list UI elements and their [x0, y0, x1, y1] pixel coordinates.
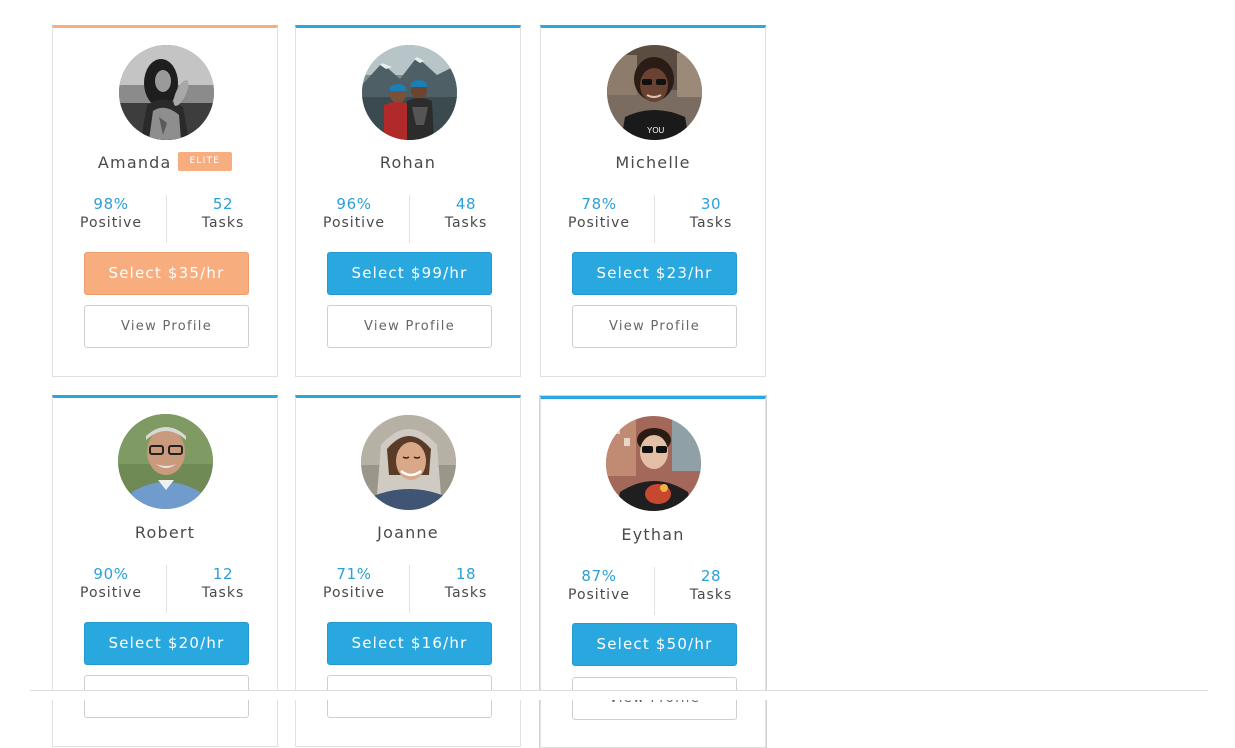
avatar[interactable] — [362, 45, 457, 140]
avatar[interactable] — [361, 415, 456, 510]
positive-label: Positive — [568, 215, 630, 231]
tasks-label: Tasks — [444, 585, 488, 601]
stats: 90% Positive 12 Tasks — [53, 565, 277, 613]
tasks-label: Tasks — [689, 587, 733, 603]
positive-rating: 87% — [581, 567, 617, 585]
worker-name: Robert — [134, 523, 196, 542]
elite-badge: ELITE — [177, 152, 233, 171]
worker-card-amanda: Amanda ELITE 98% Positive 52 Tasks Select… — [52, 25, 278, 377]
stats: 98% Positive 52 Tasks — [53, 195, 277, 243]
view-profile-button[interactable]: View Profile — [327, 305, 492, 348]
svg-text:YOU: YOU — [647, 126, 665, 135]
tasks-count: 30 — [700, 195, 722, 213]
avatar-photo-man-glasses — [118, 414, 213, 509]
view-profile-button[interactable]: View Profile — [84, 305, 249, 348]
tasks-count: 18 — [455, 565, 477, 583]
avatar-photo-woman-sunglasses: YOU — [607, 45, 702, 140]
positive-label: Positive — [80, 585, 142, 601]
tasks-label: Tasks — [201, 585, 245, 601]
worker-name: Joanne — [377, 523, 439, 542]
positive-rating: 90% — [93, 565, 129, 583]
avatar[interactable] — [118, 414, 213, 509]
worker-name: Amanda — [97, 153, 172, 172]
tasks-count: 48 — [455, 195, 477, 213]
avatar-photo-woman-hood — [361, 415, 456, 510]
positive-label: Positive — [80, 215, 142, 231]
avatar[interactable]: YOU — [607, 45, 702, 140]
worker-name: Michelle — [615, 153, 691, 172]
stats: 71% Positive 18 Tasks — [296, 565, 520, 613]
avatar[interactable] — [606, 416, 701, 511]
tasks-label: Tasks — [689, 215, 733, 231]
positive-rating: 96% — [336, 195, 372, 213]
positive-rating: 98% — [93, 195, 129, 213]
worker-name: Rohan — [379, 153, 437, 172]
positive-rating: 78% — [581, 195, 617, 213]
stats: 96% Positive 48 Tasks — [296, 195, 520, 243]
positive-label: Positive — [323, 585, 385, 601]
tasks-count: 28 — [700, 567, 722, 585]
positive-label: Positive — [323, 215, 385, 231]
avatar-photo-man-sunglasses — [606, 416, 701, 511]
tasks-count: 52 — [212, 195, 234, 213]
worker-card-rohan: Rohan 96% Positive 48 Tasks Select $99/h… — [295, 25, 521, 377]
stats: 87% Positive 28 Tasks — [541, 567, 765, 615]
positive-label: Positive — [568, 587, 630, 603]
stats: 78% Positive 30 Tasks — [541, 195, 765, 243]
select-button[interactable]: Select $35/hr — [84, 252, 249, 295]
worker-name: Eythan — [621, 525, 685, 544]
avatar[interactable] — [119, 45, 214, 140]
tasks-label: Tasks — [201, 215, 245, 231]
worker-card-michelle: YOU Michelle 78% Positive 30 Tasks Selec… — [540, 25, 766, 377]
tasks-count: 12 — [212, 565, 234, 583]
select-button[interactable]: Select $23/hr — [572, 252, 737, 295]
avatar-photo-woman-bw — [119, 45, 214, 140]
select-button[interactable]: Select $16/hr — [327, 622, 492, 665]
view-profile-button[interactable]: View Profile — [572, 305, 737, 348]
select-button[interactable]: Select $50/hr — [572, 623, 737, 666]
tasks-label: Tasks — [444, 215, 488, 231]
viewport-bottom-edge — [0, 691, 1235, 700]
positive-rating: 71% — [336, 565, 372, 583]
select-button[interactable]: Select $99/hr — [327, 252, 492, 295]
select-button[interactable]: Select $20/hr — [84, 622, 249, 665]
avatar-photo-couple-mountains — [362, 45, 457, 140]
